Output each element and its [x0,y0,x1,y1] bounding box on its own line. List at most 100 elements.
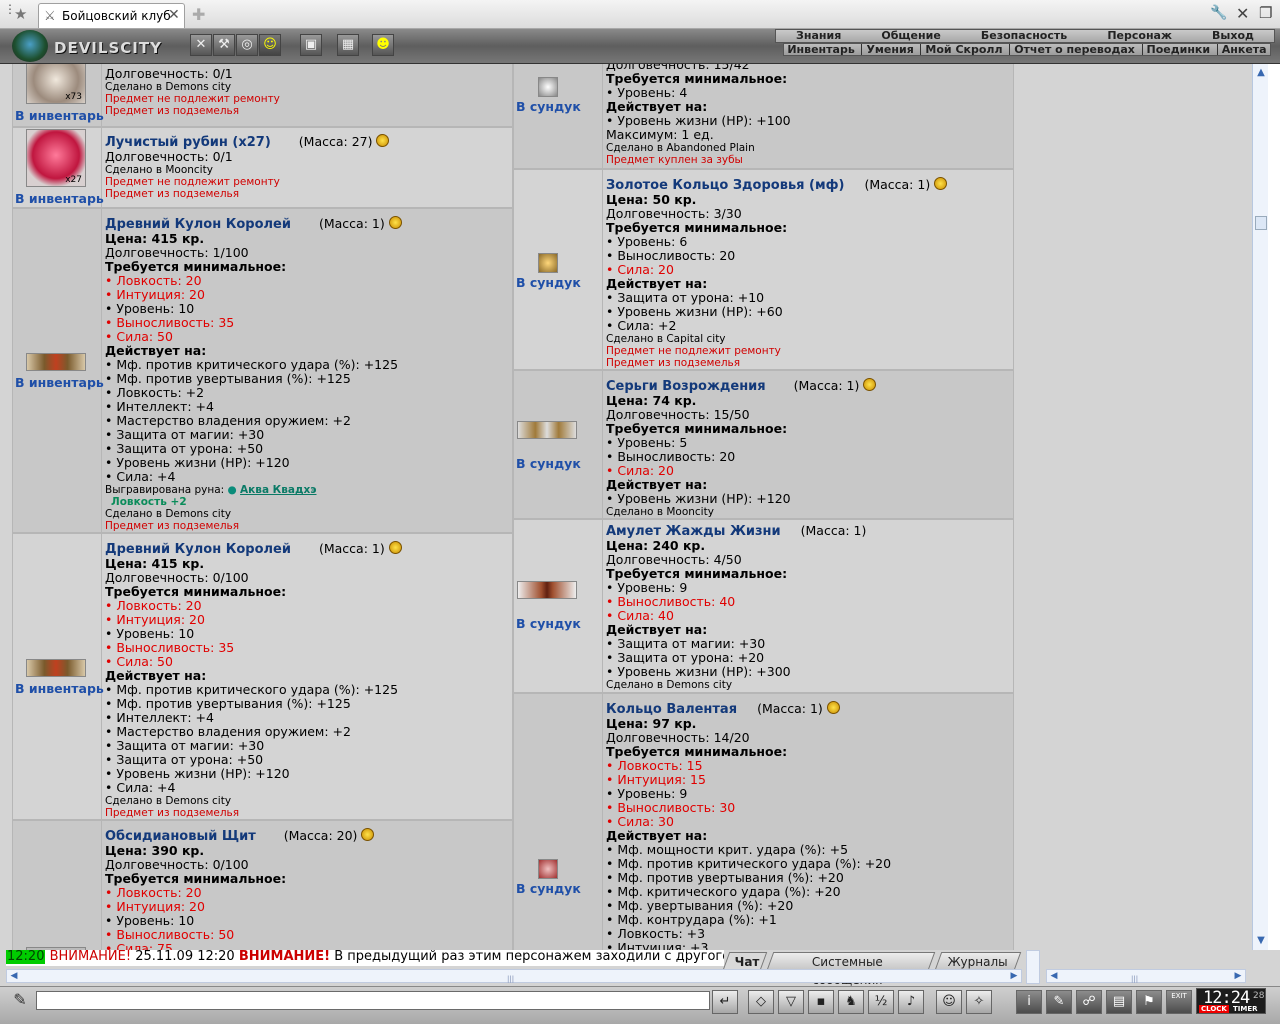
submenu-inventory[interactable]: Инвентарь [787,44,854,55]
to-inventory-link[interactable]: В инвентарь [15,681,104,696]
chat-horizontal-scrollbar[interactable]: ◀ ||| ▶ [6,969,1022,983]
scroll-down-icon[interactable]: ▼ [1255,935,1267,947]
item-name[interactable]: Древний Кулон Королей [105,542,291,557]
amulet-item-icon[interactable] [26,659,86,677]
to-chest-link[interactable]: В сундук [516,99,581,114]
to-chest-link[interactable]: В сундук [516,616,581,631]
menu-character[interactable]: Персонаж [1107,30,1172,42]
portrait-toolbar-icon[interactable]: ▣ [300,34,322,56]
list-item: В сундук Амулет Жажды Жизни (Масса: 1) Це… [513,519,1014,693]
chat-input[interactable] [36,991,710,1010]
amulet-item-icon[interactable] [26,353,86,371]
chat-vertical-scrollbar[interactable] [1026,950,1040,984]
filter-icon[interactable]: ▽ [778,990,804,1014]
item-name[interactable]: Серьги Возрождения [606,379,766,394]
chat-warning: ВНИМАНИЕ! [49,950,132,964]
tab-journals[interactable]: Журналы [934,952,1022,970]
emote-toolbar-icon[interactable]: ☻ [372,34,394,56]
menu-communication[interactable]: Общение [881,30,940,42]
scrollbar-thumb[interactable] [1255,216,1267,230]
to-inventory-link[interactable]: В инвентарь [15,375,104,390]
ruby-item-icon[interactable]: x27 [26,129,86,187]
logo-badge-icon [12,30,48,62]
swords-toolbar-icon[interactable]: ✕ [190,34,212,56]
item-name[interactable]: Лучистый рубин (x27) [105,135,271,150]
clear-icon[interactable]: ✧ [966,990,992,1014]
sound-icon[interactable]: ♪ [898,990,924,1014]
menu-knowledge[interactable]: Знания [796,30,841,42]
browser-tab[interactable]: ⚔ Бойцовский клуб ✕ [38,3,185,28]
item-name[interactable]: Обсидиановый Щит [105,829,256,844]
list-item: В сундук Кольцо Валентая (Масса: 1) Цена:… [513,693,1014,950]
effect: • Защита от магии: +30 [105,738,265,753]
wrench-icon[interactable]: 🔧 [1210,5,1227,21]
item-name[interactable]: Амулет Жажды Жизни [606,524,781,539]
submenu-scroll[interactable]: Мой Скролл [920,44,1003,55]
made-in: Сделано в Demons city [606,679,733,691]
tab-system-messages[interactable]: Системные сообщения [766,952,936,987]
scroll-left-icon[interactable]: ◀ [8,970,20,982]
chat-warning: ВНИМАНИЕ! [238,950,331,964]
window-icon[interactable]: ❐ [1259,4,1272,22]
submenu-skills[interactable]: Умения [861,44,914,55]
close-tab-icon[interactable]: ✕ [168,7,180,23]
item-name[interactable]: Кольцо Валентая [606,702,737,717]
submenu-transfers[interactable]: Отчет о переводах [1009,44,1135,55]
submenu-profile[interactable]: Анкета [1216,44,1267,55]
eraser-icon[interactable]: ◇ [748,990,774,1014]
smiles-icon[interactable]: ☺ [936,990,962,1014]
flag-icon[interactable]: ⚑ [1136,990,1162,1014]
bookmark-star-icon[interactable]: ★ [14,5,27,23]
menu-dots-icon[interactable]: ⋮ [4,3,16,22]
submenu-fights[interactable]: Поединки [1141,44,1210,55]
pattern-toolbar-icon[interactable]: ▦ [337,34,359,56]
item-mass: (Масса: 1) [318,541,385,556]
potion-item-icon[interactable] [538,77,558,97]
list-item: В инвентарь Древний Кулон Королей (Масса:… [12,533,513,820]
rune-link[interactable]: Аква Квадхэ [240,484,316,496]
smiley-toolbar-icon[interactable]: ☺ [259,34,281,56]
to-chest-link[interactable]: В сундук [516,881,581,896]
menu-exit[interactable]: Выход [1212,30,1254,42]
exit-icon[interactable]: EXIT [1166,990,1192,1014]
target-toolbar-icon[interactable]: ◎ [236,34,258,56]
to-inventory-link[interactable]: В инвентарь [15,191,104,206]
effect: • Уровень жизни (HP): +120 [105,766,290,781]
scroll-up-icon[interactable]: ▲ [1255,67,1267,79]
users-horizontal-scrollbar[interactable]: ◀ ||| ▶ [1046,969,1246,983]
effect: • Уровень жизни (HP): +300 [606,664,791,679]
translit-icon[interactable]: ½ [868,990,894,1014]
tools-toolbar-icon[interactable]: ⚒ [213,34,235,56]
save-icon[interactable]: ▪ [808,990,834,1014]
send-icon[interactable]: ↵ [712,990,738,1014]
ring-item-icon[interactable] [538,253,558,273]
item-count: x73 [65,92,82,102]
timer-label[interactable]: TIMER [1233,1005,1258,1013]
new-tab-icon[interactable]: ✚ [192,5,205,24]
scroll-right-icon[interactable]: ▶ [1008,970,1020,982]
item-name[interactable]: Древний Кулон Королей [105,217,291,232]
lock-icon[interactable]: ▤ [1106,990,1132,1014]
scroll-left-icon[interactable]: ◀ [1048,970,1060,982]
fighter-icon[interactable]: ♞ [838,990,864,1014]
menu-security[interactable]: Безопасность [981,30,1067,42]
content-scrollbar[interactable]: ▲ ▼ [1252,64,1268,950]
friends-icon[interactable]: ☍ [1076,990,1102,1014]
info-icon[interactable]: i [1016,990,1042,1014]
scroll-right-icon[interactable]: ▶ [1232,970,1244,982]
ring-item-icon[interactable] [538,859,558,879]
pearl-item-icon[interactable]: x73 [26,64,86,104]
game-logo: DEVILSCITY [54,39,162,57]
clock-label[interactable]: CLOCK [1199,1005,1229,1013]
chat-speaker-icon[interactable]: ✎ [8,990,32,1012]
to-chest-link[interactable]: В сундук [516,275,581,290]
item-name[interactable]: Золотое Кольцо Здоровья (мф) [606,178,844,193]
close-window-icon[interactable]: ✕ [1236,4,1249,23]
to-chest-link[interactable]: В сундук [516,456,581,471]
item-details: Амулет Жажды Жизни (Масса: 1) Цена: 240 к… [603,520,1013,692]
scroll-map-icon[interactable]: ✎ [1046,990,1072,1014]
tab-chat[interactable]: Чат [722,952,768,970]
amulet-item-icon[interactable] [517,581,577,599]
earrings-item-icon[interactable] [517,421,577,439]
to-inventory-link[interactable]: В инвентарь [15,108,104,123]
